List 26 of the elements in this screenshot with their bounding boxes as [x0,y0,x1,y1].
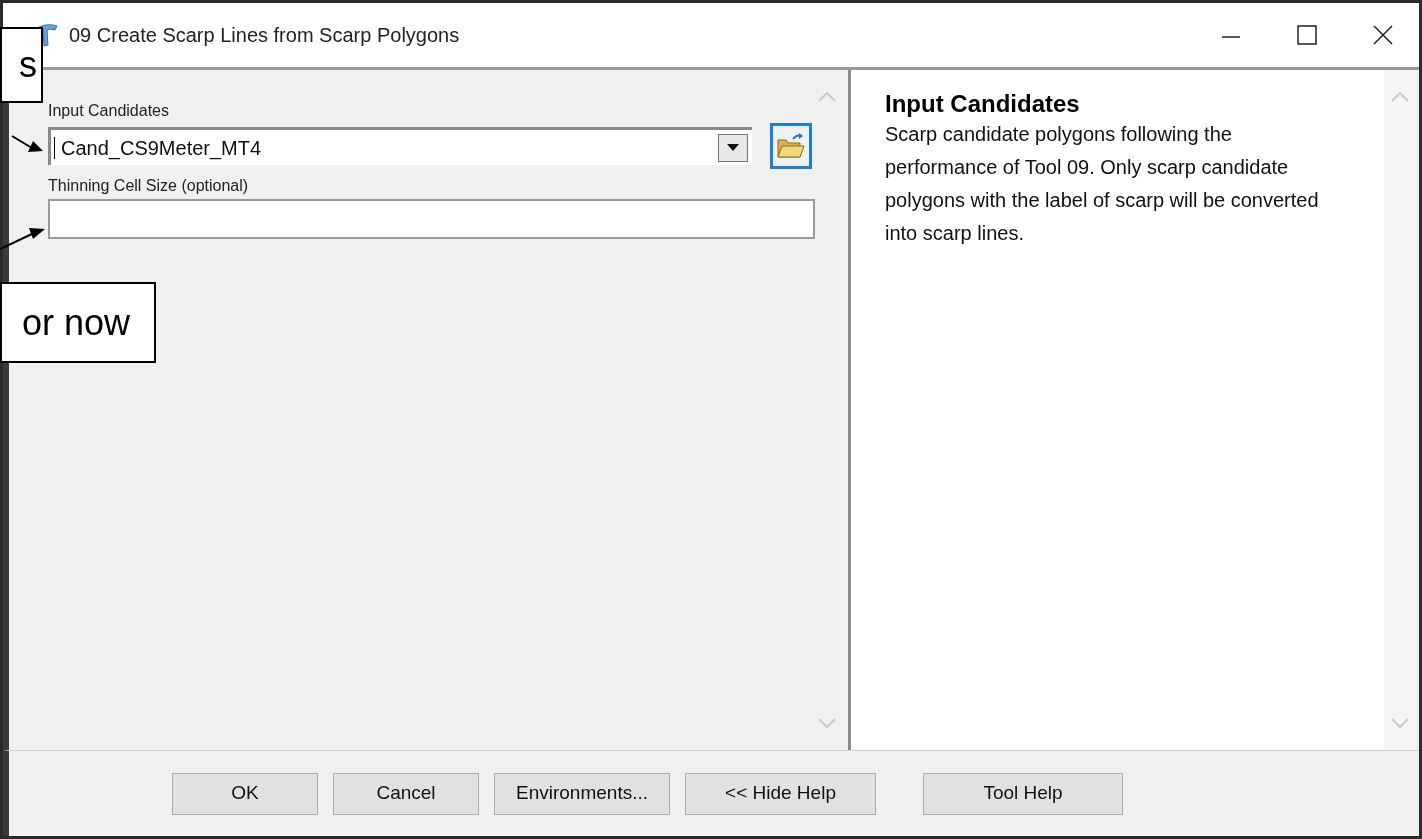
field-label: Thinning Cell Size (optional) [48,176,250,196]
dialog-button[interactable]: Tool Help [923,772,1123,815]
dialog-button[interactable]: Environments... [494,772,670,815]
dropdown-field[interactable]: Cand_CS9Meter_MT4 [48,127,752,165]
scroll-up-icon[interactable] [1391,92,1409,102]
maximize-icon[interactable] [1297,25,1317,45]
scroll-up-icon[interactable] [818,92,836,102]
callout-box: s [0,27,43,103]
help-text: Scarp candidate polygons following the performance of Tool 09. Only scarp candidate polygons with the label of scarp will be converted into scarp lines. [885,122,1320,246]
callout-arrow [11,135,43,152]
folder-icon [776,132,806,160]
window-title: 09 Create Scarp Lines from Scarp Polygons [69,23,460,48]
scroll-down-icon[interactable] [818,718,836,728]
dialog-button[interactable]: << Hide Help [685,772,876,815]
dialog-button[interactable]: OK [172,772,318,815]
scrollbar[interactable] [1384,70,1416,750]
field-label: Input Candidates [48,101,170,121]
dropdown-arrow-icon[interactable] [727,144,739,151]
callout-box: or now [0,282,156,363]
dialog-button[interactable]: Cancel [333,772,479,815]
close-icon[interactable] [1373,25,1393,45]
open-folder-button[interactable] [770,123,812,169]
help-heading: Input Candidates [885,90,1081,118]
input-field[interactable] [48,199,815,239]
scroll-down-icon[interactable] [1391,718,1409,728]
callout-arrow [0,228,45,250]
